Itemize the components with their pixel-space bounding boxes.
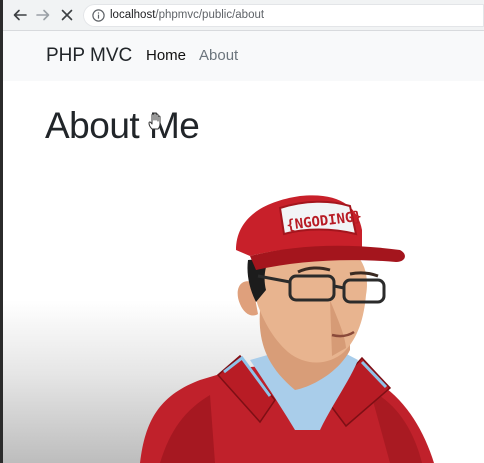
url-text: localhost/phpmvc/public/about: [110, 8, 264, 23]
page-title: About Me: [45, 105, 200, 146]
profile-portrait: {NGODING}: [140, 195, 434, 463]
browser-toolbar: localhost/phpmvc/public/about: [3, 0, 484, 31]
site-navbar: PHP MVC Home About: [3, 31, 484, 81]
address-bar[interactable]: localhost/phpmvc/public/about: [83, 4, 484, 27]
url-host: localhost: [110, 9, 156, 21]
arrow-right-icon[interactable]: [35, 7, 51, 23]
navbar-brand[interactable]: PHP MVC: [46, 44, 132, 68]
close-icon[interactable]: [59, 7, 75, 23]
nav-link-home[interactable]: Home: [146, 46, 186, 66]
nav-link-about[interactable]: About: [199, 46, 238, 66]
info-icon[interactable]: [92, 9, 105, 22]
arrow-left-icon[interactable]: [12, 7, 28, 23]
url-path: /phpmvc/public/about: [155, 9, 265, 21]
mouse-cursor-icon: [148, 112, 162, 130]
